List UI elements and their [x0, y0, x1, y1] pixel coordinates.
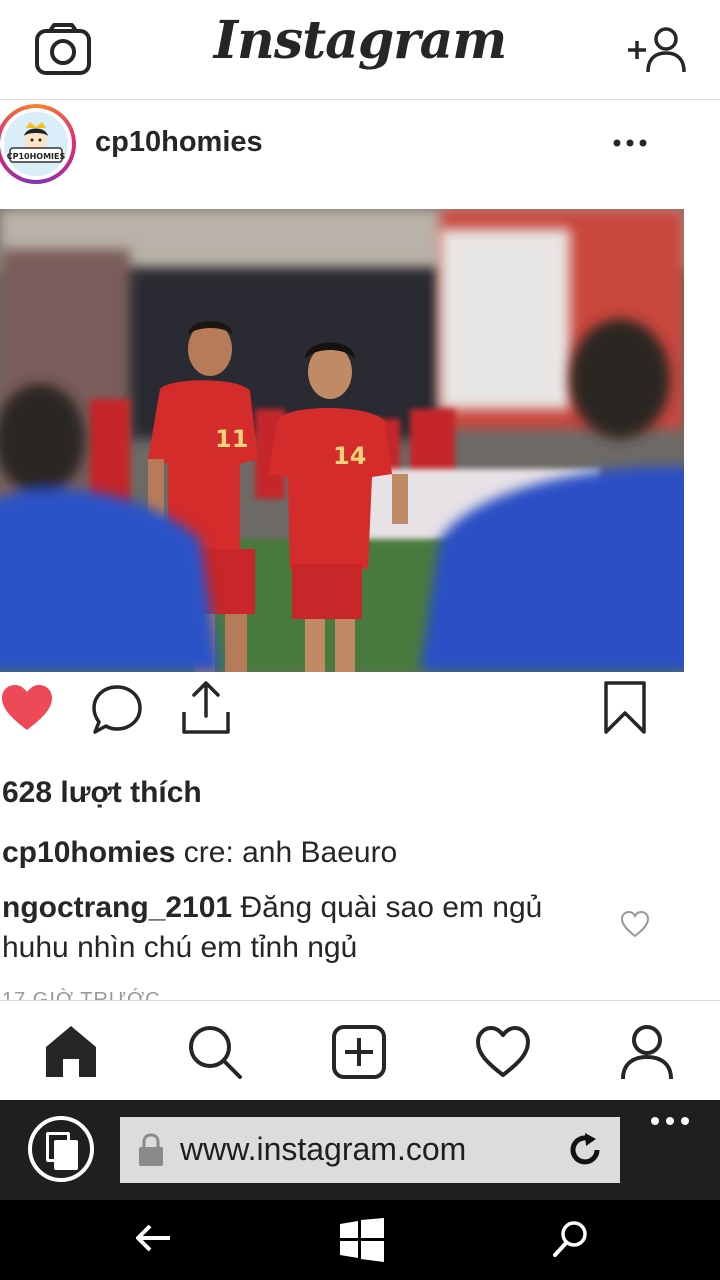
bookmark-icon[interactable]: [602, 680, 648, 736]
new-post-icon[interactable]: [330, 1023, 388, 1081]
comment-username[interactable]: ngoctrang_2101: [2, 891, 232, 924]
instagram-logo: Instagram: [213, 10, 508, 71]
tabs-icon-front: [54, 1140, 78, 1170]
post-timestamp: 17 GIỜ TRƯỚC: [2, 989, 161, 1000]
bottom-nav: [0, 1000, 720, 1100]
refresh-icon[interactable]: [566, 1131, 604, 1169]
browser-more-icon[interactable]: [650, 1114, 690, 1128]
browser-bar: www.instagram.com: [0, 1100, 720, 1200]
add-user-icon[interactable]: [626, 26, 688, 74]
top-bar: Instagram: [0, 0, 720, 100]
tabs-button[interactable]: [28, 1116, 94, 1182]
back-arrow-icon[interactable]: [134, 1218, 172, 1258]
jersey-number: 14: [333, 442, 366, 470]
caption-text: cre: anh Baeuro: [183, 836, 398, 869]
caption: cp10homies cre: anh Baeuro: [2, 834, 397, 872]
comment: ngoctrang_2101 Đăng quài sao em ngủ huhu…: [2, 888, 592, 968]
comment-like-icon[interactable]: [620, 910, 650, 938]
caption-username[interactable]: cp10homies: [2, 836, 175, 869]
post-image: 11 14: [0, 209, 684, 672]
post-username[interactable]: cp10homies: [95, 126, 263, 159]
jersey-number: 11: [215, 425, 248, 453]
home-icon[interactable]: [42, 1023, 100, 1081]
share-icon[interactable]: [180, 680, 232, 736]
story-ring[interactable]: CP10HOMIES: [0, 104, 76, 184]
address-bar[interactable]: www.instagram.com: [120, 1117, 620, 1183]
post-actions: [0, 672, 720, 762]
like-heart-icon[interactable]: [0, 684, 54, 732]
search-icon-system[interactable]: [552, 1218, 590, 1258]
avatar[interactable]: CP10HOMIES: [4, 112, 68, 176]
likes-count[interactable]: 628 lượt thích: [2, 776, 202, 810]
lock-icon: [139, 1133, 163, 1166]
comment-icon[interactable]: [90, 684, 144, 736]
profile-icon[interactable]: [618, 1023, 676, 1081]
system-nav-bar: [0, 1200, 720, 1280]
activity-heart-icon[interactable]: [474, 1023, 532, 1081]
windows-start-icon[interactable]: [340, 1218, 384, 1262]
post-header: CP10HOMIES cp10homies: [0, 100, 720, 208]
avatar-logo-text: CP10HOMIES: [7, 152, 66, 161]
more-options-icon[interactable]: [610, 128, 650, 158]
avatar-image: CP10HOMIES: [4, 112, 68, 176]
url-text: www.instagram.com: [180, 1131, 467, 1167]
post-photo[interactable]: 11 14: [0, 209, 684, 672]
search-icon[interactable]: [186, 1023, 244, 1081]
